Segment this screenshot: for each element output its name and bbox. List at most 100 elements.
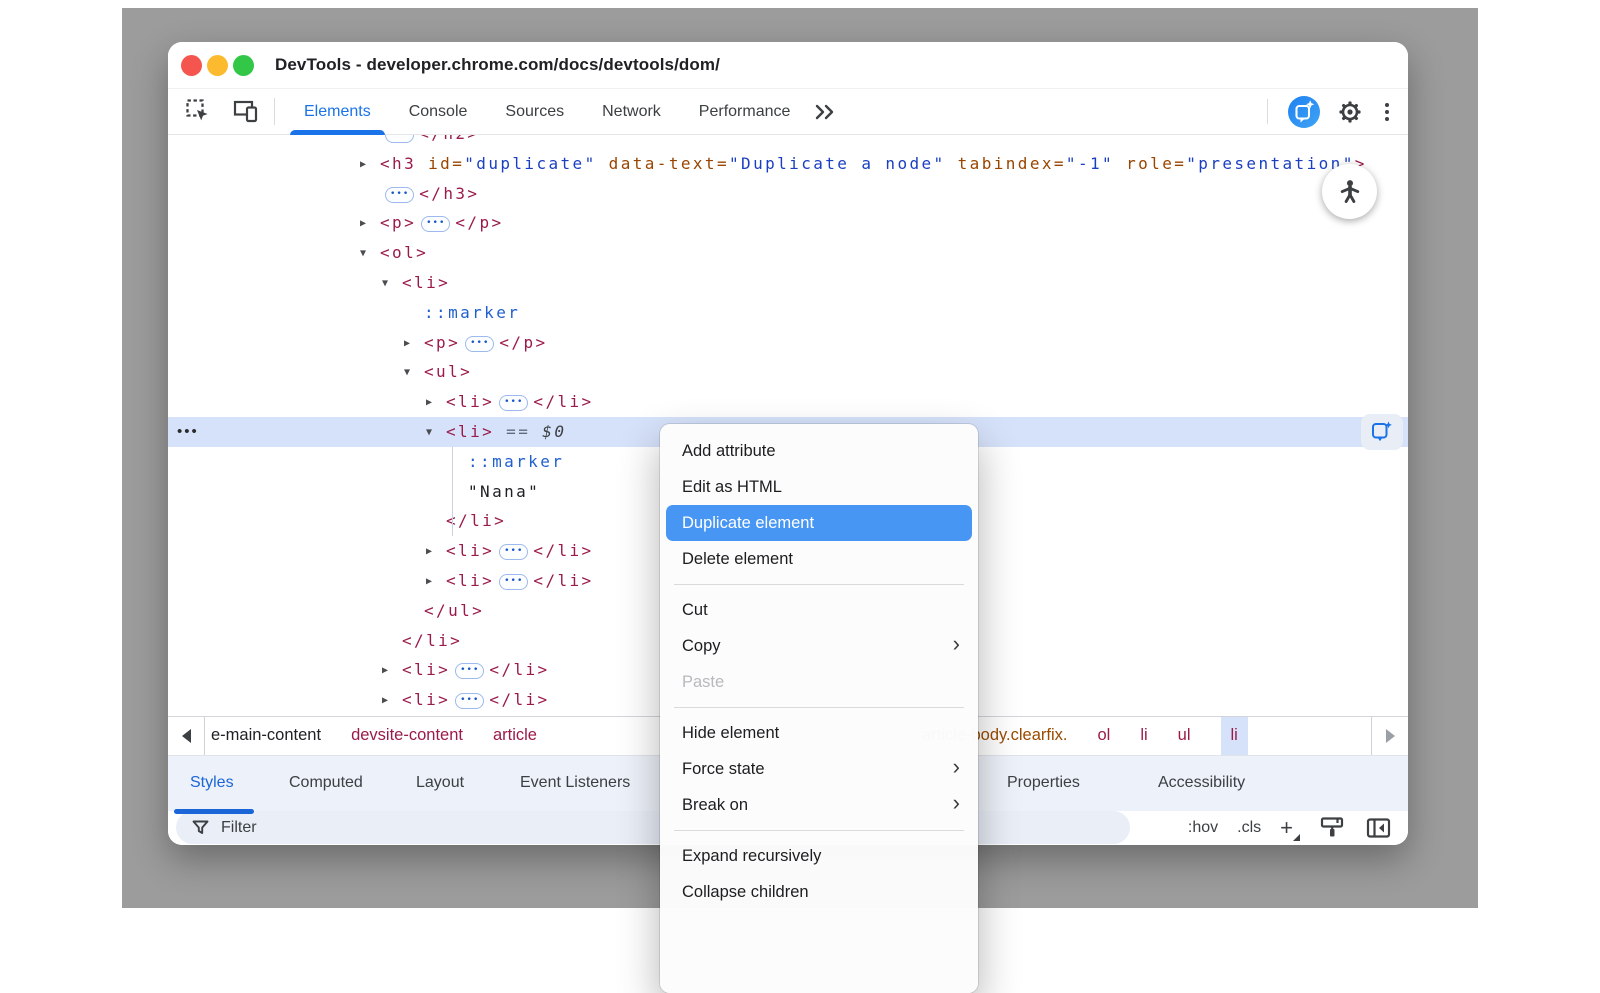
expand-arrow-right-icon[interactable]: ▶ — [426, 388, 446, 418]
collapsed-content-ellipsis-button[interactable]: ••• — [385, 135, 414, 143]
ai-assistant-icon[interactable] — [1287, 95, 1321, 129]
collapsed-content-ellipsis-button[interactable]: ••• — [499, 395, 528, 411]
menu-item-duplicate-element[interactable]: Duplicate element — [666, 505, 972, 541]
expand-arrow-down-icon[interactable]: ▼ — [360, 239, 380, 269]
tab-elements[interactable]: Elements — [285, 89, 390, 134]
device-toolbar-icon[interactable] — [233, 99, 259, 124]
dom-row[interactable]: ▶<li>•••</li> — [168, 387, 1408, 417]
sidebar-tab-accessibility[interactable]: Accessibility — [1158, 756, 1245, 811]
tab-console[interactable]: Console — [390, 89, 487, 134]
expand-arrow-right-icon[interactable]: ▶ — [360, 209, 380, 239]
breadcrumb-item-ol[interactable]: ol — [1097, 726, 1110, 745]
menu-item-collapse-children[interactable]: Collapse children — [666, 874, 972, 910]
breadcrumb-item-devsite-content[interactable]: devsite-content — [351, 726, 463, 745]
close-button[interactable] — [181, 55, 202, 76]
breadcrumb-item-article[interactable]: article — [493, 726, 537, 745]
new-style-rule-button[interactable]: + — [1280, 817, 1300, 839]
expand-arrow-right-icon[interactable]: ▶ — [404, 329, 424, 359]
code-token-tag: <p> — [424, 333, 460, 352]
tab-network[interactable]: Network — [583, 89, 680, 134]
menu-item-break-on[interactable]: Break on› — [666, 787, 972, 823]
tab-label: Console — [409, 103, 468, 121]
dom-row[interactable]: ▼<ul> — [168, 357, 1408, 387]
window-title: DevTools - developer.chrome.com/docs/dev… — [275, 55, 720, 75]
collapsed-content-ellipsis-button[interactable]: ••• — [455, 663, 484, 679]
expand-arrow-right-icon[interactable]: ▶ — [382, 686, 402, 716]
accessibility-shortcut-button[interactable] — [1322, 164, 1377, 219]
menu-item-copy[interactable]: Copy › — [666, 628, 972, 664]
dom-row[interactable]: ▶<h3 id="duplicate" data-text="Duplicate… — [168, 149, 1408, 179]
minimize-button[interactable] — [207, 55, 228, 76]
menu-item-cut[interactable]: Cut — [666, 592, 972, 628]
row-options-dots[interactable]: ••• — [177, 417, 199, 447]
filter-placeholder: Filter — [221, 819, 257, 837]
sidebar-tab-styles[interactable]: Styles — [190, 756, 234, 811]
collapsed-content-ellipsis-button[interactable]: ••• — [465, 336, 494, 352]
toolbar-divider — [274, 98, 275, 125]
collapsed-content-ellipsis-button[interactable]: ••• — [421, 216, 450, 232]
toggle-hover-state-button[interactable]: :hov — [1188, 819, 1218, 837]
code-token-tag: <li> — [402, 660, 450, 679]
submenu-arrow-icon: › — [953, 633, 960, 655]
gear-icon[interactable] — [1336, 98, 1364, 126]
breadcrumb-scroll-left-button[interactable] — [168, 717, 205, 755]
expand-arrow-down-icon[interactable]: ▼ — [382, 269, 402, 299]
filter-input[interactable]: Filter — [176, 811, 1130, 844]
breadcrumb-item-li[interactable]: li — [1140, 726, 1147, 745]
dom-row[interactable]: ▶<p>•••</p> — [168, 208, 1408, 238]
ask-ai-row-button[interactable] — [1361, 414, 1403, 450]
breadcrumb-item-li[interactable]: li — [1221, 717, 1248, 755]
collapsed-content-ellipsis-button[interactable]: ••• — [499, 544, 528, 560]
menu-item-label: Expand recursively — [682, 847, 821, 866]
tab-label: Sources — [505, 103, 564, 121]
menu-item-edit-as-html[interactable]: Edit as HTML — [666, 469, 972, 505]
page-background: { "window": { "title": "DevTools - devel… — [0, 0, 1600, 908]
expand-arrow-right-icon[interactable]: ▶ — [360, 150, 380, 180]
sidebar-tab-computed[interactable]: Computed — [289, 756, 363, 811]
code-token-tag: <li> — [402, 690, 450, 709]
expand-arrow-right-icon[interactable]: ▶ — [426, 537, 446, 567]
tab-sources[interactable]: Sources — [486, 89, 583, 134]
code-token-tag: </h2> — [419, 135, 479, 143]
menu-item-label: Break on — [682, 796, 748, 815]
dom-row[interactable]: ▼<ol> — [168, 238, 1408, 268]
sidebar-tab-event-listeners[interactable]: Event Listeners — [520, 756, 630, 811]
zoom-button[interactable] — [233, 55, 254, 76]
dom-row[interactable]: ▼<li> — [168, 268, 1408, 298]
dom-row[interactable]: ▶<p> ••• </p> — [168, 328, 1408, 358]
brush-icon[interactable] — [1319, 815, 1346, 840]
code-token-tag: <li> — [446, 392, 494, 411]
menu-separator — [674, 584, 964, 585]
toolbar-divider — [1267, 99, 1268, 124]
sidebar-tab-properties[interactable]: Properties — [1007, 756, 1080, 811]
kebab-menu-icon[interactable] — [1379, 101, 1395, 123]
breadcrumb-item-ul[interactable]: ul — [1178, 726, 1191, 745]
menu-item-force-state[interactable]: Force state› — [666, 751, 972, 787]
toggle-classes-button[interactable]: .cls — [1237, 819, 1261, 837]
sidebar-tab-layout[interactable]: Layout — [416, 756, 464, 811]
expand-arrow-right-icon[interactable]: ▶ — [382, 656, 402, 686]
expand-arrow-right-icon[interactable]: ▶ — [426, 567, 446, 597]
menu-item-label: Copy — [682, 637, 721, 656]
more-tabs-icon[interactable] — [813, 101, 839, 123]
menu-item-hide-element[interactable]: Hide element — [666, 715, 972, 751]
code-token-tag: </p> — [499, 333, 547, 352]
tab-performance[interactable]: Performance — [680, 89, 810, 134]
inspect-cursor-icon[interactable] — [185, 98, 212, 125]
dom-row[interactable]: ::marker — [168, 298, 1408, 328]
toolbar-right-controls — [1267, 95, 1395, 129]
collapsed-content-ellipsis-button[interactable]: ••• — [455, 693, 484, 709]
menu-item-add-attribute[interactable]: Add attribute — [666, 433, 972, 469]
menu-item-delete-element[interactable]: Delete element — [666, 541, 972, 577]
code-token-tag: <li> — [446, 541, 494, 560]
dom-row[interactable]: ••• </h2> — [168, 135, 1408, 149]
dom-row[interactable]: •••</h3> — [168, 179, 1408, 209]
collapsed-content-ellipsis-button[interactable]: ••• — [385, 187, 414, 203]
menu-item-expand-recursively[interactable]: Expand recursively — [666, 838, 972, 874]
collapsed-content-ellipsis-button[interactable]: ••• — [499, 574, 528, 590]
breadcrumb-scroll-right-button[interactable] — [1371, 717, 1408, 755]
sidebar-toggle-icon[interactable] — [1365, 816, 1392, 840]
expand-arrow-down-icon[interactable]: ▼ — [404, 358, 424, 388]
breadcrumb-item-e-main-content[interactable]: e-main-content — [211, 726, 321, 745]
expand-arrow-down-icon[interactable]: ▼ — [426, 418, 446, 448]
